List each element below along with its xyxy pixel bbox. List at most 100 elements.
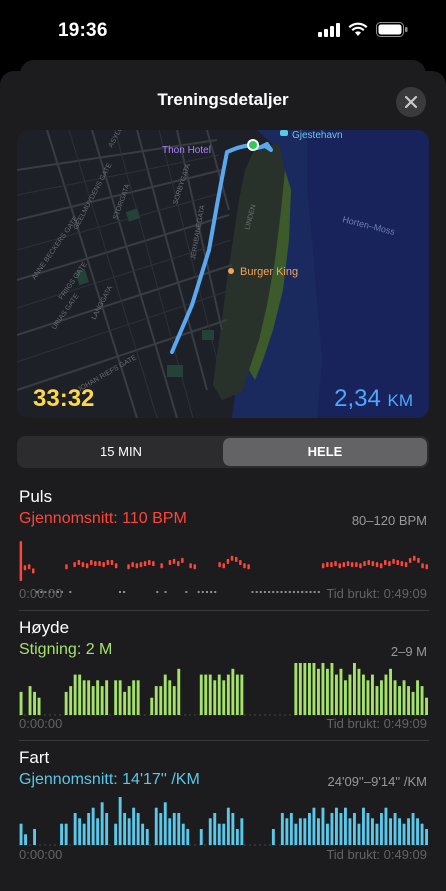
wifi-icon	[348, 22, 368, 36]
chart-bar	[82, 823, 86, 845]
chart-bar	[240, 674, 244, 715]
chart-bar	[326, 823, 329, 845]
chart-gap-dot	[251, 591, 254, 593]
chart-bar	[303, 818, 307, 845]
chart-bar	[123, 691, 127, 715]
chart-bar	[411, 691, 415, 715]
chart-bar	[393, 680, 397, 715]
chart-bar	[375, 823, 379, 845]
speed-range: 24'09''–9'14'' /KM	[327, 774, 427, 789]
chart-gap-dot	[69, 591, 72, 593]
segment-15-min[interactable]: 15 MIN	[19, 438, 223, 466]
chart-bar	[177, 668, 181, 715]
time-range-segmented-control: 15 MIN HELE	[17, 436, 429, 468]
chart-bar	[294, 663, 298, 715]
divider	[19, 740, 429, 741]
close-icon	[405, 96, 417, 108]
chart-bar	[135, 563, 139, 569]
chart-bar	[114, 823, 118, 845]
chart-bar	[330, 562, 333, 568]
chart-bar	[199, 674, 203, 715]
chart-bar	[168, 680, 172, 715]
close-button[interactable]	[396, 87, 426, 117]
chart-bar	[96, 680, 100, 715]
route-map[interactable]: Thon Hotel Gjestehavn Burger King Horten…	[17, 130, 429, 418]
chart-bar	[19, 541, 23, 581]
chart-bar	[416, 818, 419, 845]
chart-gap-dot	[317, 591, 320, 593]
cellular-signal-icon	[318, 22, 340, 37]
chart-bar	[298, 663, 302, 715]
chart-bar	[87, 680, 91, 715]
chart-bar	[19, 823, 23, 845]
chart-bar	[235, 556, 238, 562]
pulse-section[interactable]: Puls Gjennomsnitt: 110 BPM 80–120 BPM 0:…	[19, 487, 429, 607]
chart-gap-dot	[119, 591, 121, 593]
chart-bar	[348, 674, 352, 715]
chart-bar	[98, 561, 101, 567]
chart-bar	[131, 562, 134, 568]
chart-bar	[87, 813, 91, 845]
chart-bar	[145, 829, 149, 845]
chart-bar	[240, 818, 244, 845]
chart-bar	[82, 680, 86, 715]
chart-bar	[389, 818, 392, 845]
chart-bar	[326, 668, 329, 715]
speed-section[interactable]: Fart Gjennomsnitt: 14'17'' /KM 24'09''–9…	[19, 748, 429, 868]
chart-bar	[81, 562, 85, 568]
chart-bar	[90, 560, 93, 565]
chart-bar	[308, 663, 311, 715]
chart-bar	[303, 663, 307, 715]
chart-gap-dot	[280, 591, 283, 593]
chart-bar	[407, 686, 410, 715]
chart-gap-dot	[197, 591, 200, 593]
chart-bar	[384, 674, 388, 715]
chart-bar	[417, 557, 420, 563]
chart-bar	[172, 686, 176, 715]
chart-bar	[362, 674, 365, 715]
chart-bar	[37, 697, 41, 715]
map-canvas: Thon Hotel Gjestehavn Burger King Horten…	[17, 130, 429, 418]
chart-bar	[362, 807, 365, 845]
chart-gap-dot	[201, 591, 204, 593]
chart-bar	[69, 686, 73, 715]
chart-bar	[231, 668, 235, 715]
chart-bar	[335, 674, 338, 715]
chart-bar	[94, 561, 97, 567]
chart-bar	[330, 813, 334, 845]
chart-bar	[379, 563, 383, 569]
chart-bar	[154, 686, 158, 715]
chart-bar	[289, 813, 293, 845]
chart-bar	[308, 813, 311, 845]
segment-hele[interactable]: HELE	[223, 438, 427, 466]
chart-bar	[312, 807, 316, 845]
chart-gap-dot	[185, 591, 188, 593]
chart-gap-dot	[284, 591, 287, 593]
elevation-section[interactable]: Høyde Stigning: 2 M 2–9 M 0:00:00 Tid br…	[19, 618, 429, 738]
pulse-title: Puls	[19, 487, 53, 506]
chart-bar	[213, 813, 217, 845]
status-icons	[318, 22, 408, 37]
speed-start-time: 0:00:00	[19, 847, 63, 862]
chart-bar	[353, 663, 356, 715]
chart-gap-dot	[276, 591, 279, 593]
chart-bar	[247, 564, 250, 570]
chart-bar	[371, 674, 374, 715]
chart-gap-dot	[259, 591, 262, 593]
chart-bar	[393, 813, 397, 845]
chart-bar	[285, 818, 289, 845]
chart-bar	[32, 568, 35, 574]
chart-bar	[172, 813, 176, 845]
chart-bar	[181, 557, 184, 563]
chart-bar	[226, 558, 230, 564]
chart-bar	[152, 561, 155, 567]
chart-bar	[339, 813, 343, 845]
chart-bar	[326, 562, 329, 568]
chart-gap-dot	[305, 591, 308, 593]
chart-bar	[208, 818, 212, 845]
chart-gap-dot	[272, 591, 275, 593]
chart-bar	[64, 823, 68, 845]
chart-bar	[421, 563, 424, 569]
chart-bar	[413, 555, 416, 561]
chart-bar	[132, 680, 136, 715]
